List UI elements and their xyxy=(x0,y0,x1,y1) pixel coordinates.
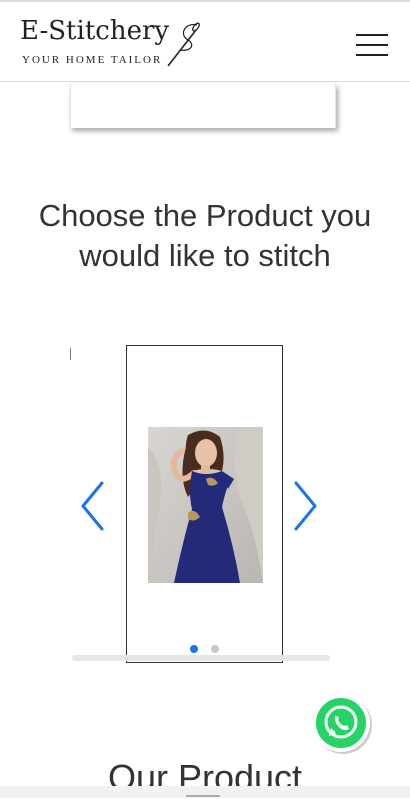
carousel-prev-button[interactable] xyxy=(78,480,108,532)
section-title-line2: would like to stitch xyxy=(79,238,331,273)
carousel-dot-active[interactable] xyxy=(190,645,199,653)
carousel-dot[interactable] xyxy=(210,645,219,653)
needle-thread-icon xyxy=(167,22,200,67)
product-image[interactable] xyxy=(148,427,263,583)
carousel-slide[interactable] xyxy=(126,345,283,663)
menu-bar xyxy=(356,54,388,56)
brand-tagline: YOUR HOME TAILOR xyxy=(22,54,163,66)
whatsapp-button[interactable] xyxy=(310,692,374,756)
whatsapp-icon xyxy=(312,694,372,754)
carousel-next-button[interactable] xyxy=(290,480,320,532)
site-header: E-Stitchery YOUR HOME TAILOR xyxy=(0,0,410,82)
brand-name[interactable]: E-Stitchery xyxy=(20,16,169,46)
chevron-left-icon xyxy=(81,481,104,531)
carousel-scrollbar[interactable] xyxy=(72,655,330,661)
section-title: Choose the Product you would like to sti… xyxy=(0,196,410,276)
section-title-line1: Choose the Product you xyxy=(38,198,372,233)
chevron-right-icon xyxy=(294,481,317,531)
menu-bar xyxy=(356,34,388,36)
menu-bar xyxy=(356,44,388,46)
stray-mark xyxy=(70,348,71,360)
hamburger-menu-button[interactable] xyxy=(356,32,390,58)
home-indicator[interactable] xyxy=(186,795,220,797)
card-bottom-edge xyxy=(70,84,336,128)
